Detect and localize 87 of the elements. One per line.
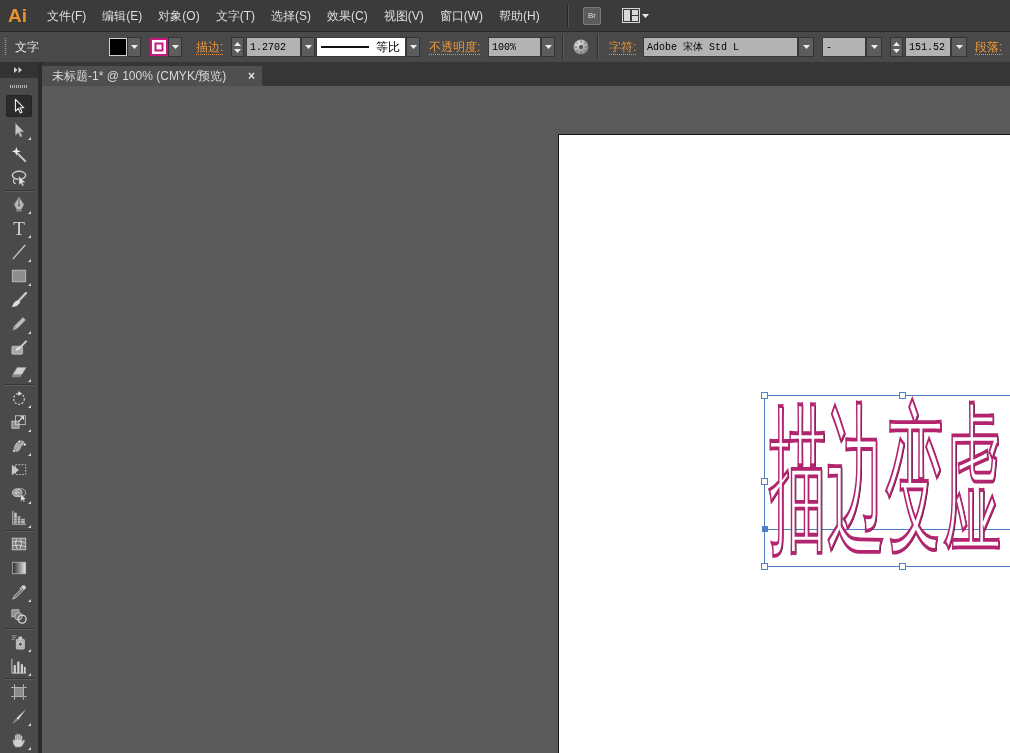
menu-item[interactable]: 文件(F) [39, 4, 95, 27]
brush-over-box-icon [11, 340, 27, 356]
line-icon [11, 244, 27, 260]
font-family-field[interactable]: Adobe 宋体 Std L [643, 37, 798, 57]
dropdown-arrow-button[interactable] [168, 37, 182, 57]
crop-marks-square-icon [11, 684, 27, 700]
menu-item[interactable]: 编辑(E) [94, 4, 151, 27]
stroke-profile-field[interactable]: 等比 [316, 37, 406, 57]
shape-with-pins-icon [11, 438, 27, 454]
opacity-panel-link[interactable]: 不透明度: [429, 39, 481, 55]
rectangle-icon [11, 268, 27, 284]
caret-down-icon [409, 45, 417, 49]
menu-item[interactable]: 效果(C) [319, 4, 376, 27]
stepped-bars-icon [11, 510, 27, 526]
selection-type-label: 文字 [15, 39, 39, 56]
eyedropper-icon [11, 584, 27, 600]
eraser-icon [11, 364, 27, 380]
paragraph-panel-link[interactable]: 段落: [975, 39, 1003, 55]
stroke-swatch-icon[interactable] [150, 38, 168, 56]
font-size-field[interactable]: 151.52 [905, 37, 951, 57]
double-arrow-icon[interactable] [14, 67, 22, 73]
app-logo: Ai [8, 6, 28, 25]
dropdown-arrow-button[interactable] [301, 37, 315, 57]
gradient-icon [11, 560, 27, 576]
pen-nib-icon [11, 196, 27, 212]
bar-chart-icon [11, 658, 27, 674]
dropdown-arrow-button[interactable] [866, 37, 882, 57]
color-wheel-icon[interactable] [573, 39, 589, 55]
pencil-icon [11, 316, 27, 332]
resize-handle[interactable] [761, 478, 768, 485]
document-tab[interactable]: 未标题-1* @ 100% (CMYK/预览) × [42, 66, 262, 86]
caret-up-icon [893, 41, 900, 46]
caret-up-icon [234, 41, 241, 46]
close-tab-button[interactable]: × [248, 70, 255, 82]
caret-down-icon [802, 45, 810, 49]
opacity-field[interactable]: 100% [488, 37, 541, 57]
dropdown-arrow-button[interactable] [951, 37, 967, 57]
caret-down-icon [304, 45, 312, 49]
caret-down-icon [171, 45, 179, 49]
caret-down-icon [955, 45, 963, 49]
fill-swatch-icon[interactable] [109, 38, 127, 56]
type-tool-button[interactable]: T [6, 217, 32, 239]
hand-icon [11, 732, 27, 748]
paintbrush-icon [11, 292, 27, 308]
menu-item[interactable]: 视图(V) [375, 4, 432, 27]
rotate-icon [11, 390, 27, 406]
overlapping-ellipses-cursor-icon [11, 486, 27, 502]
knife-icon [11, 708, 27, 724]
baseline-handle[interactable] [762, 526, 768, 532]
stepper-control[interactable] [231, 37, 244, 57]
workspace-switcher-button[interactable] [622, 5, 649, 26]
menu-item[interactable]: 窗口(W) [431, 4, 491, 27]
grip-icon[interactable] [10, 84, 28, 88]
menu-item[interactable]: 对象(O) [150, 4, 208, 27]
caret-down-icon [130, 45, 138, 49]
dashed-box-triangle-icon [11, 462, 27, 478]
caret-down-icon [234, 48, 241, 53]
resize-handle[interactable] [761, 563, 768, 570]
resize-handle[interactable] [899, 563, 906, 570]
menu-item[interactable]: 选择(S) [263, 4, 319, 27]
layout-grid-icon [622, 8, 640, 23]
stroke-line-icon [321, 46, 369, 48]
caret-down-icon [544, 45, 552, 49]
mesh-icon [11, 536, 27, 552]
caret-down-icon [642, 13, 649, 18]
font-style-field[interactable]: - [822, 37, 866, 57]
stepper-control[interactable] [890, 37, 903, 57]
blend-icon [11, 608, 27, 624]
lasso-icon [11, 170, 27, 186]
magic-wand-icon [11, 146, 27, 162]
stroke-weight-field[interactable]: 1.2702 [246, 37, 301, 57]
grip-icon[interactable] [4, 38, 7, 56]
dropdown-arrow-button[interactable] [406, 37, 420, 57]
stroke-panel-link[interactable]: 描边: [196, 39, 224, 55]
resize-handle[interactable] [761, 392, 768, 399]
dropdown-arrow-button[interactable] [541, 37, 555, 57]
caret-down-icon [893, 48, 900, 53]
selection-tool-button[interactable] [6, 95, 32, 117]
bridge-button[interactable]: Br [583, 6, 601, 25]
character-panel-link[interactable]: 字符: [609, 39, 637, 55]
caret-down-icon [870, 45, 878, 49]
dropdown-arrow-button[interactable] [127, 37, 141, 57]
menu-item[interactable]: 文字(T) [207, 4, 263, 27]
dropdown-arrow-button[interactable] [798, 37, 814, 57]
spray-can-icon [11, 634, 27, 650]
scale-icon [11, 414, 27, 430]
menu-item[interactable]: 帮助(H) [491, 4, 548, 27]
